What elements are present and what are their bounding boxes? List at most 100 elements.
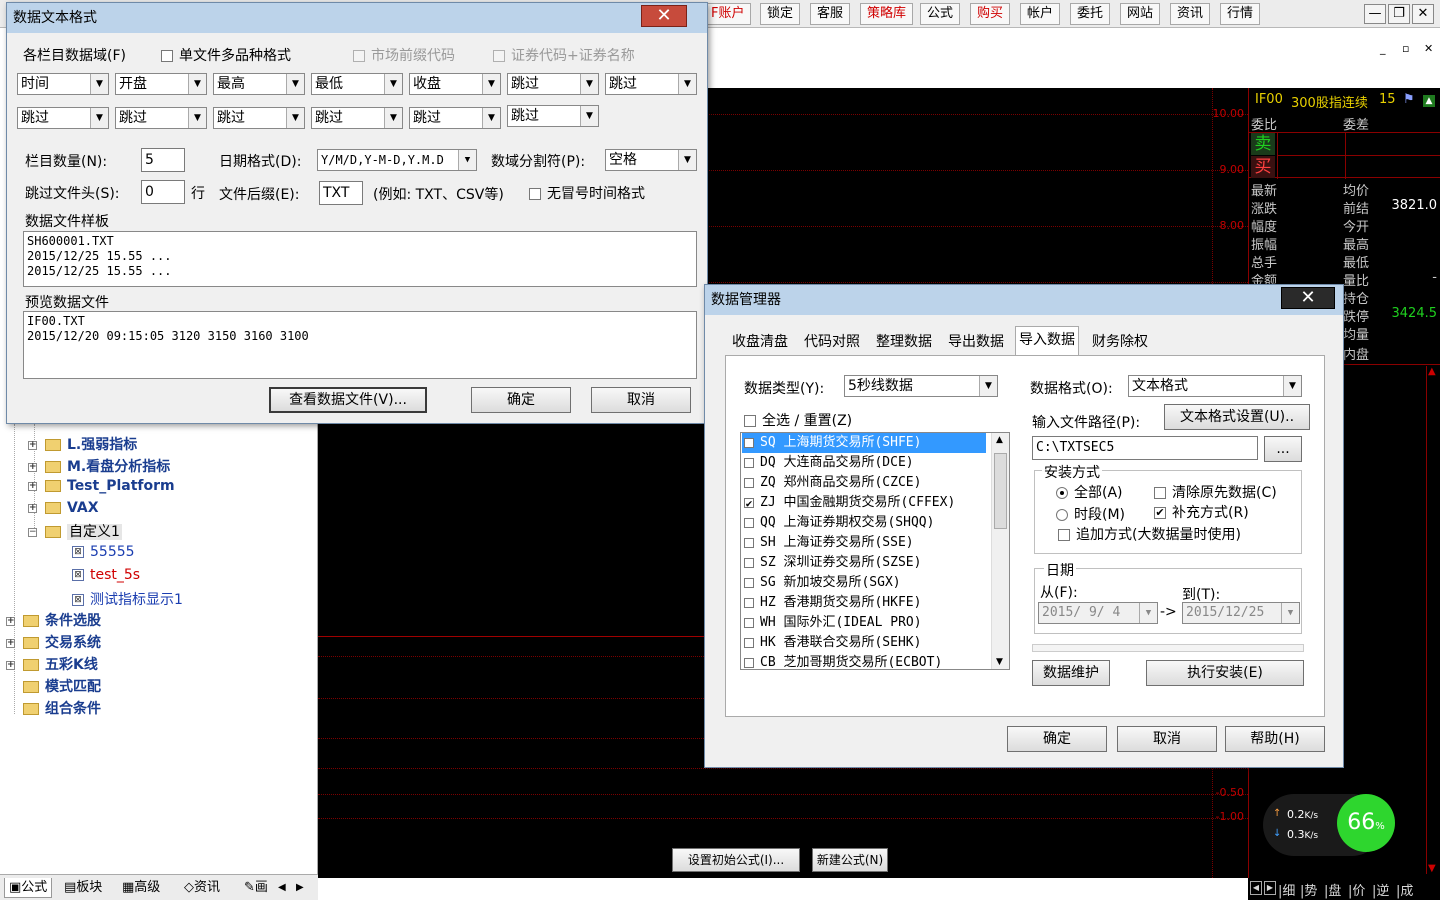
tab-code-map[interactable]: 代码对照 <box>801 329 863 355</box>
install-all-radio[interactable]: 全部(A) <box>1056 482 1123 502</box>
tab-scroll-left-icon[interactable]: ◀ <box>278 878 286 898</box>
separator-select[interactable]: 空格 ▼ <box>605 149 697 171</box>
field-select-11[interactable]: 跳过 ▼ <box>311 107 403 129</box>
sample-textarea[interactable]: SH600001.TXT 2015/12/25 15.55 ... 2015/1… <box>23 231 697 287</box>
sub-minimize-icon[interactable]: _ <box>1380 42 1386 55</box>
cancel-button[interactable]: 取消 <box>1117 726 1217 752</box>
execute-install-button[interactable]: 执行安装(E) <box>1146 660 1304 686</box>
toolbar-button-website[interactable]: 网站 <box>1120 3 1161 25</box>
tab-financial[interactable]: 财务除权 <box>1089 329 1151 355</box>
tree-folder-color-kline[interactable]: + 五彩K线 <box>6 654 98 674</box>
close-icon[interactable]: ✕ <box>1281 287 1335 309</box>
tree-folder-strength[interactable]: + L.强弱指标 <box>28 434 137 454</box>
help-button[interactable]: 帮助(H) <box>1225 726 1325 752</box>
field-select-7[interactable]: 跳过 ▼ <box>605 73 697 95</box>
date-format-select[interactable]: Y/M/D,Y-M-D,Y.M.D ▼ <box>317 149 477 171</box>
list-item[interactable]: SQ 上海期货交易所(SHFE) <box>742 433 986 453</box>
field-select-10[interactable]: 跳过 ▼ <box>213 107 305 129</box>
tab-detail[interactable]: |细 <box>1278 880 1295 899</box>
quote-scrollbar[interactable]: ▲ ▼ <box>1426 366 1440 874</box>
tab-scroll-right-icon[interactable]: ▶ <box>296 878 304 898</box>
list-item[interactable]: SZ 深圳证券交易所(SZSE) <box>744 553 921 573</box>
field-select-3[interactable]: 最高 ▼ <box>213 73 305 95</box>
tree-leaf-55555[interactable]: ⊠ 55555 <box>72 544 135 560</box>
next-icon[interactable]: ▶ <box>1264 881 1276 895</box>
field-select-12[interactable]: 跳过 ▼ <box>409 107 501 129</box>
toolbar-button-formula[interactable]: 公式 <box>920 3 961 25</box>
field-select-4[interactable]: 最低 ▼ <box>311 73 403 95</box>
tab-order-book[interactable]: |盘 <box>1324 880 1341 899</box>
skip-header-input[interactable]: 0 <box>141 180 185 204</box>
sub-restore-icon[interactable]: ▫ <box>1402 42 1409 55</box>
install-period-radio[interactable]: 时段(M) <box>1056 504 1125 524</box>
tab-advanced[interactable]: ▦高级 <box>122 878 160 898</box>
tree-folder-analysis[interactable]: + M.看盘分析指标 <box>28 456 170 476</box>
text-settings-button[interactable]: 文本格式设置(U).. <box>1164 404 1310 430</box>
clear-previous-checkbox[interactable]: 清除原先数据(C) <box>1154 482 1277 502</box>
count-input[interactable]: 5 <box>141 148 185 172</box>
tab-trades[interactable]: |成 <box>1396 880 1413 899</box>
path-input[interactable]: C:\TXTSEC5 <box>1032 436 1258 460</box>
view-data-file-button[interactable]: 查看数据文件(V)... <box>269 387 427 413</box>
tab-organize[interactable]: 整理数据 <box>873 329 935 355</box>
field-select-5[interactable]: 收盘 ▼ <box>409 73 501 95</box>
toolbar-button-strategy[interactable]: 策略库 <box>860 3 914 25</box>
toolbar-button-accounts[interactable]: 帐户 <box>1020 3 1061 25</box>
code-name-checkbox[interactable]: 证券代码+证券名称 <box>493 45 635 65</box>
list-item[interactable]: HZ 香港期货交易所(HKFE) <box>744 593 921 613</box>
tree-leaf-test5s[interactable]: ⊠ test_5s <box>72 567 140 583</box>
list-item[interactable]: ZQ 郑州商品交易所(CZCE) <box>744 473 921 493</box>
tree-leaf-test-display[interactable]: ⊠ 测试指标显示1 <box>72 589 183 609</box>
sub-close-icon[interactable]: ✕ <box>1424 42 1433 55</box>
append-checkbox[interactable]: 追加方式(大数据量时使用) <box>1058 524 1241 544</box>
suffix-input[interactable]: TXT <box>319 181 363 205</box>
to-date-picker[interactable]: 2015/12/25 ▼ <box>1182 602 1300 624</box>
list-item[interactable]: QQ 上海证券期权交易(SHQQ) <box>744 513 934 533</box>
cancel-button[interactable]: 取消 <box>591 387 691 413</box>
tab-info[interactable]: ◇资讯 <box>184 878 220 898</box>
list-item[interactable]: WH 国际外汇(IDEAL PRO) <box>744 613 922 633</box>
ok-button[interactable]: 确定 <box>1007 726 1107 752</box>
tab-trend[interactable]: |势 <box>1300 880 1317 899</box>
quote-up-icon[interactable]: ▲ <box>1423 95 1435 107</box>
tab-import[interactable]: 导入数据 <box>1015 326 1079 356</box>
format-select[interactable]: 文本格式 ▼ <box>1128 375 1302 397</box>
tab-sector[interactable]: ▤板块 <box>64 878 102 898</box>
list-item[interactable]: SG 新加坡交易所(SGX) <box>744 573 901 593</box>
field-select-9[interactable]: 跳过 ▼ <box>115 107 207 129</box>
tab-export[interactable]: 导出数据 <box>945 329 1007 355</box>
select-all-checkbox[interactable]: 全选 / 重置(Z) <box>744 410 852 430</box>
field-select-1[interactable]: 时间 ▼ <box>17 73 109 95</box>
field-select-8[interactable]: 跳过 ▼ <box>17 107 109 129</box>
toolbar-button-order[interactable]: 委托 <box>1070 3 1111 25</box>
minimize-button[interactable]: — <box>1364 4 1386 24</box>
ok-button[interactable]: 确定 <box>471 387 571 413</box>
set-initial-formula-button[interactable]: 设置初始公式(I)... <box>672 848 800 872</box>
toolbar-button-service[interactable]: 客服 <box>810 3 851 25</box>
prev-icon[interactable]: ◀ <box>1250 881 1262 895</box>
supplement-checkbox[interactable]: ✔ 补充方式(R) <box>1154 502 1249 522</box>
no-colon-checkbox[interactable]: 无冒号时间格式 <box>529 183 645 203</box>
tree-folder-test-platform[interactable]: + Test_Platform <box>28 478 175 494</box>
field-select-2[interactable]: 开盘 ▼ <box>115 73 207 95</box>
list-item[interactable]: SH 上海证券交易所(SSE) <box>744 533 914 553</box>
list-item[interactable]: HK 香港联合交易所(SEHK) <box>744 633 921 653</box>
single-file-checkbox[interactable]: 单文件多品种格式 <box>161 45 291 65</box>
data-type-select[interactable]: 5秒线数据 ▼ <box>844 375 998 397</box>
tree-folder-trading-system[interactable]: + 交易系统 <box>6 632 101 652</box>
tree-folder-pattern-match[interactable]: 模式匹配 <box>23 676 101 696</box>
new-formula-button[interactable]: 新建公式(N) <box>812 848 888 872</box>
quote-flag-icon[interactable]: ⚑ <box>1403 92 1415 107</box>
toolbar-button-lock[interactable]: 锁定 <box>760 3 801 25</box>
toolbar-button-quotes[interactable]: 行情 <box>1220 3 1261 25</box>
tree-folder-custom1[interactable]: − 自定义1 <box>28 521 122 541</box>
toolbar-button-news[interactable]: 资讯 <box>1170 3 1211 25</box>
tab-reverse[interactable]: |逆 <box>1372 880 1389 899</box>
close-icon[interactable]: ✕ <box>641 5 687 27</box>
tab-draw[interactable]: ✎画 <box>244 878 268 898</box>
tab-formula[interactable]: ▣公式 <box>4 878 53 898</box>
toolbar-button-account[interactable]: F账户 <box>704 3 752 25</box>
close-button[interactable]: ✕ <box>1412 4 1434 24</box>
from-date-picker[interactable]: 2015/ 9/ 4 ▼ <box>1038 602 1158 624</box>
tree-folder-combined-condition[interactable]: 组合条件 <box>23 698 101 718</box>
